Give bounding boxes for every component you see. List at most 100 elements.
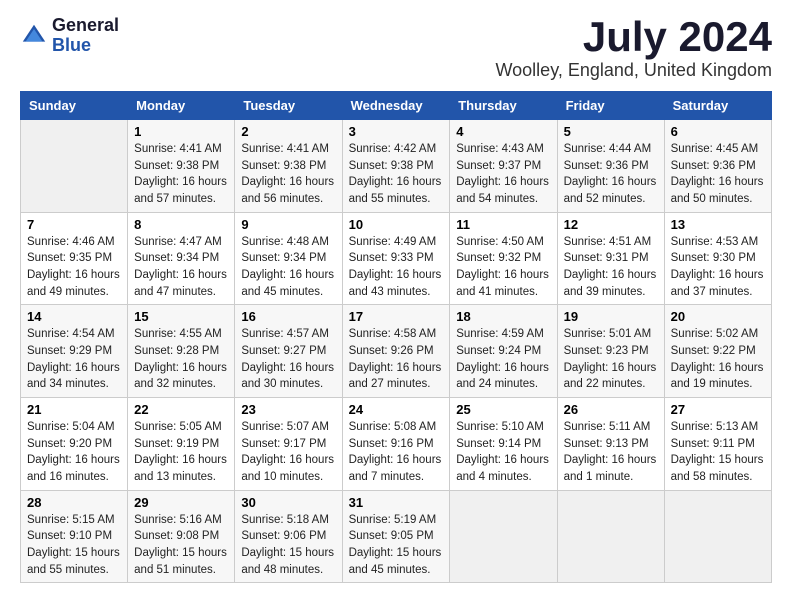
- day-number: 20: [671, 309, 765, 324]
- calendar-cell: 11 Sunrise: 4:50 AMSunset: 9:32 PMDayligh…: [450, 212, 557, 305]
- calendar-cell: 2 Sunrise: 4:41 AMSunset: 9:38 PMDaylight…: [235, 120, 342, 213]
- calendar-cell: 4 Sunrise: 4:43 AMSunset: 9:37 PMDaylight…: [450, 120, 557, 213]
- day-number: 11: [456, 217, 550, 232]
- calendar-cell: 6Sunrise: 4:45 AMSunset: 9:36 PMDaylight…: [664, 120, 771, 213]
- calendar-cell: 8Sunrise: 4:47 AMSunset: 9:34 PMDaylight…: [128, 212, 235, 305]
- logo-text: General Blue: [52, 16, 119, 56]
- day-number: 26: [564, 402, 658, 417]
- day-number: 15: [134, 309, 228, 324]
- calendar-cell: 31 Sunrise: 5:19 AMSunset: 9:05 PMDayligh…: [342, 490, 450, 583]
- calendar-cell: 16 Sunrise: 4:57 AMSunset: 9:27 PMDayligh…: [235, 305, 342, 398]
- day-number: 22: [134, 402, 228, 417]
- day-number: 9: [241, 217, 335, 232]
- calendar-cell: 29 Sunrise: 5:16 AMSunset: 9:08 PMDayligh…: [128, 490, 235, 583]
- calendar-cell: 3 Sunrise: 4:42 AMSunset: 9:38 PMDaylight…: [342, 120, 450, 213]
- calendar-cell: 7 Sunrise: 4:46 AMSunset: 9:35 PMDaylight…: [21, 212, 128, 305]
- calendar-cell: 5 Sunrise: 4:44 AMSunset: 9:36 PMDaylight…: [557, 120, 664, 213]
- day-info: Sunrise: 5:07 AMSunset: 9:17 PMDaylight:…: [241, 419, 335, 486]
- calendar-cell: 15Sunrise: 4:55 AMSunset: 9:28 PMDayligh…: [128, 305, 235, 398]
- day-info: Sunrise: 4:53 AMSunset: 9:30 PMDaylight:…: [671, 234, 765, 301]
- day-info: Sunrise: 4:44 AMSunset: 9:36 PMDaylight:…: [564, 141, 658, 208]
- weekday-header: Tuesday: [235, 92, 342, 120]
- day-number: 30: [241, 495, 335, 510]
- day-info: Sunrise: 4:41 AMSunset: 9:38 PMDaylight:…: [134, 141, 228, 208]
- calendar-cell: [664, 490, 771, 583]
- day-number: 7: [27, 217, 121, 232]
- day-number: 10: [349, 217, 444, 232]
- calendar-header-row: SundayMondayTuesdayWednesdayThursdayFrid…: [21, 92, 772, 120]
- logo-general-text: General: [52, 16, 119, 36]
- calendar-week-row: 7 Sunrise: 4:46 AMSunset: 9:35 PMDaylight…: [21, 212, 772, 305]
- day-number: 24: [349, 402, 444, 417]
- calendar-week-row: 21Sunrise: 5:04 AMSunset: 9:20 PMDayligh…: [21, 398, 772, 491]
- month-title: July 2024: [496, 16, 773, 58]
- calendar-cell: 9 Sunrise: 4:48 AMSunset: 9:34 PMDaylight…: [235, 212, 342, 305]
- day-info: Sunrise: 5:02 AMSunset: 9:22 PMDaylight:…: [671, 326, 765, 393]
- calendar-cell: 10 Sunrise: 4:49 AMSunset: 9:33 PMDayligh…: [342, 212, 450, 305]
- day-info: Sunrise: 4:48 AMSunset: 9:34 PMDaylight:…: [241, 234, 335, 301]
- weekday-header: Wednesday: [342, 92, 450, 120]
- day-info: Sunrise: 5:16 AMSunset: 9:08 PMDaylight:…: [134, 512, 228, 579]
- logo-icon: [20, 22, 48, 50]
- weekday-header: Saturday: [664, 92, 771, 120]
- day-number: 27: [671, 402, 765, 417]
- day-info: Sunrise: 5:15 AMSunset: 9:10 PMDaylight:…: [27, 512, 121, 579]
- calendar-cell: 13 Sunrise: 4:53 AMSunset: 9:30 PMDayligh…: [664, 212, 771, 305]
- day-number: 18: [456, 309, 550, 324]
- calendar-cell: 19 Sunrise: 5:01 AMSunset: 9:23 PMDayligh…: [557, 305, 664, 398]
- calendar-cell: 22 Sunrise: 5:05 AMSunset: 9:19 PMDayligh…: [128, 398, 235, 491]
- logo: General Blue: [20, 16, 119, 56]
- day-info: Sunrise: 5:18 AMSunset: 9:06 PMDaylight:…: [241, 512, 335, 579]
- day-info: Sunrise: 4:41 AMSunset: 9:38 PMDaylight:…: [241, 141, 335, 208]
- day-info: Sunrise: 4:43 AMSunset: 9:37 PMDaylight:…: [456, 141, 550, 208]
- day-number: 29: [134, 495, 228, 510]
- calendar-cell: 12 Sunrise: 4:51 AMSunset: 9:31 PMDayligh…: [557, 212, 664, 305]
- day-info: Sunrise: 5:10 AMSunset: 9:14 PMDaylight:…: [456, 419, 550, 486]
- day-info: Sunrise: 4:58 AMSunset: 9:26 PMDaylight:…: [349, 326, 444, 393]
- calendar-cell: [21, 120, 128, 213]
- day-number: 28: [27, 495, 121, 510]
- calendar-table: SundayMondayTuesdayWednesdayThursdayFrid…: [20, 91, 772, 583]
- calendar-week-row: 14 Sunrise: 4:54 AMSunset: 9:29 PMDayligh…: [21, 305, 772, 398]
- day-number: 3: [349, 124, 444, 139]
- day-info: Sunrise: 5:13 AMSunset: 9:11 PMDaylight:…: [671, 419, 765, 486]
- calendar-cell: 26Sunrise: 5:11 AMSunset: 9:13 PMDayligh…: [557, 398, 664, 491]
- day-info: Sunrise: 4:59 AMSunset: 9:24 PMDaylight:…: [456, 326, 550, 393]
- calendar-cell: 24 Sunrise: 5:08 AMSunset: 9:16 PMDayligh…: [342, 398, 450, 491]
- day-number: 4: [456, 124, 550, 139]
- day-number: 31: [349, 495, 444, 510]
- day-number: 14: [27, 309, 121, 324]
- calendar-cell: 30 Sunrise: 5:18 AMSunset: 9:06 PMDayligh…: [235, 490, 342, 583]
- day-info: Sunrise: 4:57 AMSunset: 9:27 PMDaylight:…: [241, 326, 335, 393]
- day-number: 16: [241, 309, 335, 324]
- day-info: Sunrise: 4:42 AMSunset: 9:38 PMDaylight:…: [349, 141, 444, 208]
- day-info: Sunrise: 4:54 AMSunset: 9:29 PMDaylight:…: [27, 326, 121, 393]
- day-number: 2: [241, 124, 335, 139]
- day-info: Sunrise: 5:05 AMSunset: 9:19 PMDaylight:…: [134, 419, 228, 486]
- day-info: Sunrise: 5:19 AMSunset: 9:05 PMDaylight:…: [349, 512, 444, 579]
- day-info: Sunrise: 4:45 AMSunset: 9:36 PMDaylight:…: [671, 141, 765, 208]
- logo-blue-text: Blue: [52, 36, 119, 56]
- calendar-cell: 27 Sunrise: 5:13 AMSunset: 9:11 PMDayligh…: [664, 398, 771, 491]
- calendar-cell: [557, 490, 664, 583]
- day-number: 13: [671, 217, 765, 232]
- day-info: Sunrise: 4:46 AMSunset: 9:35 PMDaylight:…: [27, 234, 121, 301]
- day-number: 5: [564, 124, 658, 139]
- calendar-week-row: 1Sunrise: 4:41 AMSunset: 9:38 PMDaylight…: [21, 120, 772, 213]
- day-info: Sunrise: 4:49 AMSunset: 9:33 PMDaylight:…: [349, 234, 444, 301]
- calendar-cell: 14 Sunrise: 4:54 AMSunset: 9:29 PMDayligh…: [21, 305, 128, 398]
- day-info: Sunrise: 5:08 AMSunset: 9:16 PMDaylight:…: [349, 419, 444, 486]
- calendar-cell: 1Sunrise: 4:41 AMSunset: 9:38 PMDaylight…: [128, 120, 235, 213]
- day-number: 25: [456, 402, 550, 417]
- day-number: 12: [564, 217, 658, 232]
- calendar-cell: 20 Sunrise: 5:02 AMSunset: 9:22 PMDayligh…: [664, 305, 771, 398]
- weekday-header: Friday: [557, 92, 664, 120]
- day-info: Sunrise: 4:51 AMSunset: 9:31 PMDaylight:…: [564, 234, 658, 301]
- day-number: 19: [564, 309, 658, 324]
- calendar-cell: [450, 490, 557, 583]
- page-header: General Blue July 2024 Woolley, England,…: [20, 16, 772, 81]
- calendar-cell: 25 Sunrise: 5:10 AMSunset: 9:14 PMDayligh…: [450, 398, 557, 491]
- day-info: Sunrise: 4:47 AMSunset: 9:34 PMDaylight:…: [134, 234, 228, 301]
- day-info: Sunrise: 5:01 AMSunset: 9:23 PMDaylight:…: [564, 326, 658, 393]
- day-info: Sunrise: 4:50 AMSunset: 9:32 PMDaylight:…: [456, 234, 550, 301]
